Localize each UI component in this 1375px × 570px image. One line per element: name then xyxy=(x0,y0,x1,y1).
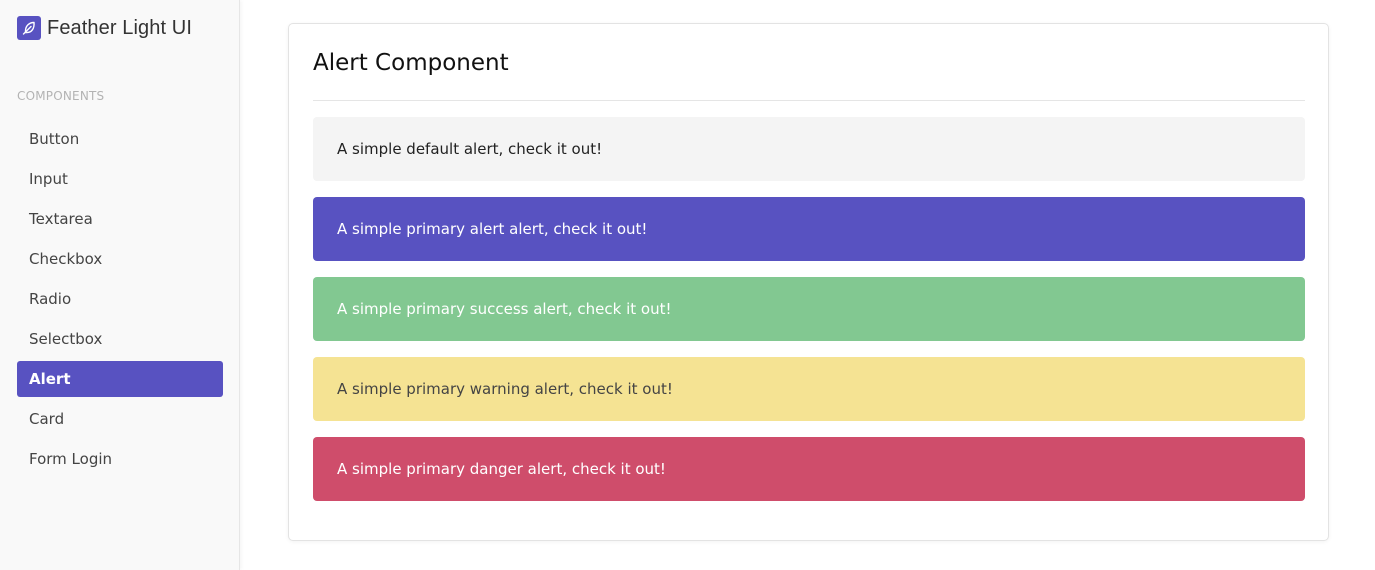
alert-primary: A simple primary alert alert, check it o… xyxy=(313,197,1305,261)
sidebar-item-form-login[interactable]: Form Login xyxy=(17,441,223,477)
sidebar-item-input[interactable]: Input xyxy=(17,161,223,197)
sidebar-item-alert[interactable]: Alert xyxy=(17,361,223,397)
feather-icon xyxy=(17,16,41,40)
alert-danger: A simple primary danger alert, check it … xyxy=(313,437,1305,501)
page-title: Alert Component xyxy=(313,50,509,76)
sidebar-item-radio[interactable]: Radio xyxy=(17,281,223,317)
sidebar-section-label: COMPONENTS xyxy=(17,89,105,103)
alert-default: A simple default alert, check it out! xyxy=(313,117,1305,181)
alert-success: A simple primary success alert, check it… xyxy=(313,277,1305,341)
sidebar-item-textarea[interactable]: Textarea xyxy=(17,201,223,237)
sidebar-nav: Button Input Textarea Checkbox Radio Sel… xyxy=(17,121,223,481)
sidebar: Feather Light UI COMPONENTS Button Input… xyxy=(0,0,240,570)
sidebar-item-selectbox[interactable]: Selectbox xyxy=(17,321,223,357)
sidebar-item-checkbox[interactable]: Checkbox xyxy=(17,241,223,277)
alert-warning: A simple primary warning alert, check it… xyxy=(313,357,1305,421)
sidebar-item-button[interactable]: Button xyxy=(17,121,223,157)
sidebar-item-card[interactable]: Card xyxy=(17,401,223,437)
app: Feather Light UI COMPONENTS Button Input… xyxy=(0,0,1375,570)
alert-component-card: Alert Component A simple default alert, … xyxy=(288,23,1329,541)
brand-title: Feather Light UI xyxy=(47,16,193,39)
title-divider xyxy=(313,100,1305,101)
brand[interactable]: Feather Light UI xyxy=(17,16,192,40)
